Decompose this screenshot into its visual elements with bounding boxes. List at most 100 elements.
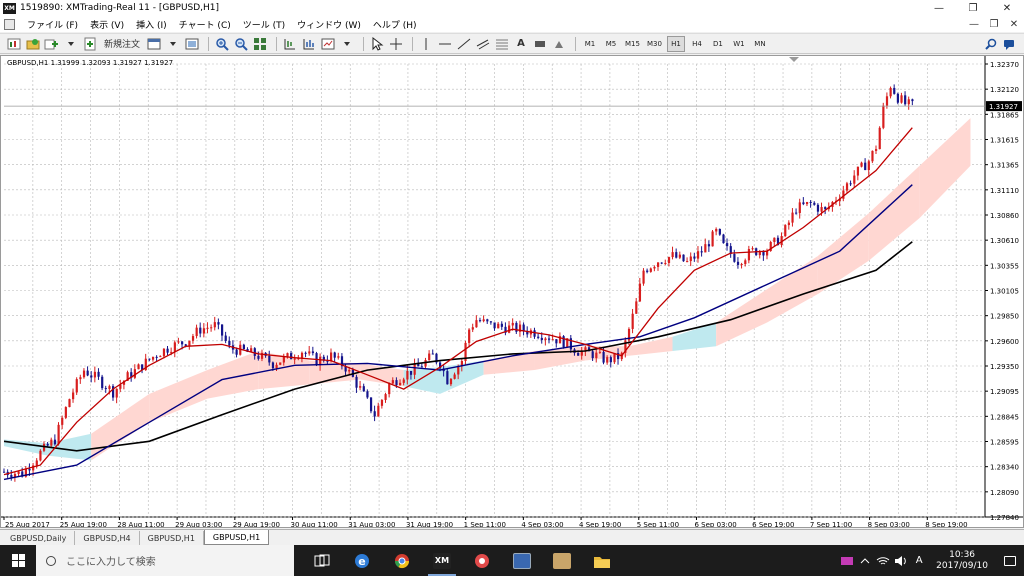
candle-body — [824, 207, 827, 210]
menu-insert[interactable]: 挿入 (I) — [130, 18, 173, 31]
y-tick-label: 1.29350 — [990, 363, 1019, 371]
chart-window[interactable]: 1.32370 1.32120 1.31865 1.31615 1.31365 1.311… — [0, 55, 1024, 528]
tab-gbpusd-h1-active[interactable]: GBPUSD,H1 — [203, 530, 270, 545]
child-close-button[interactable]: ✕ — [1004, 16, 1024, 32]
candle-body — [348, 369, 351, 372]
menu-view[interactable]: 表示 (V) — [84, 18, 130, 31]
zoom-in-icon[interactable] — [214, 36, 230, 52]
child-restore-button[interactable]: ❐ — [984, 16, 1004, 32]
chart-shift-icon[interactable] — [282, 36, 298, 52]
blue-app-icon[interactable] — [502, 545, 542, 576]
candle-body — [242, 344, 245, 350]
cursor-icon[interactable] — [369, 36, 385, 52]
people-icon[interactable] — [838, 545, 856, 576]
candle-body — [845, 183, 849, 191]
timeframe-m30[interactable]: M30 — [645, 36, 664, 52]
new-order-button[interactable]: 新規注文 — [101, 36, 143, 52]
candle-body — [228, 340, 231, 346]
candle-body — [860, 162, 863, 167]
tab-gbpusd-h4[interactable]: GBPUSD,H4 — [75, 531, 140, 545]
arrows-icon[interactable] — [551, 36, 567, 52]
file-explorer-icon[interactable] — [582, 545, 622, 576]
candle-body — [300, 352, 304, 359]
trend-line-icon[interactable] — [456, 36, 472, 52]
tile-windows-icon[interactable] — [252, 36, 268, 52]
candle-body — [511, 322, 514, 326]
candle-body — [337, 356, 340, 358]
edge-icon[interactable]: e — [342, 545, 382, 576]
y-tick-label: 1.30355 — [990, 262, 1019, 270]
clock[interactable]: 10:36 2017/09/10 — [936, 550, 988, 572]
auto-scroll-icon[interactable] — [301, 36, 317, 52]
restore-button[interactable]: ❐ — [956, 0, 990, 16]
fibonacci-icon[interactable] — [494, 36, 510, 52]
ime-indicator[interactable]: A — [910, 545, 928, 576]
candle-body — [279, 362, 282, 365]
candle-body — [373, 411, 376, 417]
timeframe-m15[interactable]: M15 — [623, 36, 642, 52]
timeframe-d1[interactable]: D1 — [709, 36, 727, 52]
channel-icon[interactable] — [475, 36, 491, 52]
terminal-icon[interactable] — [146, 36, 162, 52]
timeframe-mn[interactable]: MN — [751, 36, 769, 52]
candle-body — [900, 95, 903, 103]
tab-gbpusd-daily[interactable]: GBPUSD,Daily — [2, 531, 76, 545]
x-tick-label: 8 Sep 19:00 — [925, 521, 967, 527]
price-chart[interactable]: 1.32370 1.32120 1.31865 1.31615 1.31365 1.311… — [1, 56, 1023, 527]
tab-gbpusd-h1[interactable]: GBPUSD,H1 — [140, 531, 204, 545]
taskbar-search[interactable]: ここに入力して検索 — [36, 545, 294, 576]
candle-body — [540, 337, 543, 341]
close-button[interactable]: ✕ — [990, 0, 1024, 16]
candle-body — [711, 231, 714, 247]
candle-body — [791, 212, 794, 223]
new-chart-icon[interactable] — [6, 36, 22, 52]
vertical-line-icon[interactable] — [418, 36, 434, 52]
xm-trader-icon[interactable]: XM — [422, 545, 462, 576]
window-icon[interactable] — [184, 36, 200, 52]
candle-body — [896, 93, 899, 103]
task-view-icon[interactable] — [302, 545, 342, 576]
new-order-icon[interactable] — [82, 36, 98, 52]
candle-body — [409, 370, 413, 375]
candle-body — [726, 243, 729, 247]
add-plus-icon[interactable] — [44, 36, 60, 52]
menu-window[interactable]: ウィンドウ (W) — [291, 18, 367, 31]
notification-icon[interactable] — [996, 545, 1024, 576]
volume-icon[interactable] — [892, 545, 910, 576]
dropdown-arrow-icon[interactable] — [165, 36, 181, 52]
start-button[interactable] — [0, 545, 36, 576]
chat-icon[interactable] — [1000, 36, 1018, 52]
templates-icon[interactable] — [320, 36, 336, 52]
chrome-icon[interactable] — [382, 545, 422, 576]
label-icon[interactable] — [532, 36, 548, 52]
minimize-button[interactable]: — — [922, 0, 956, 16]
child-minimize-button[interactable]: — — [964, 16, 984, 32]
chevron-up-icon[interactable] — [856, 545, 874, 576]
candle-body — [61, 417, 64, 425]
menu-file[interactable]: ファイル (F) — [21, 18, 84, 31]
crosshair-icon[interactable] — [388, 36, 404, 52]
zoom-out-icon[interactable] — [233, 36, 249, 52]
timeframe-m1[interactable]: M1 — [581, 36, 599, 52]
chart-window-icon[interactable] — [4, 18, 15, 30]
timeframe-m5[interactable]: M5 — [602, 36, 620, 52]
tan-app-icon[interactable] — [542, 545, 582, 576]
candle-body — [486, 319, 489, 322]
timeframe-w1[interactable]: W1 — [730, 36, 748, 52]
menu-help[interactable]: ヘルプ (H) — [367, 18, 423, 31]
text-icon[interactable]: A — [513, 36, 529, 52]
menu-chart[interactable]: チャート (C) — [173, 18, 237, 31]
horizontal-line-icon[interactable] — [437, 36, 453, 52]
search-icon[interactable] — [982, 36, 1000, 52]
profiles-icon[interactable] — [25, 36, 41, 52]
candle-body — [693, 256, 696, 259]
menu-tools[interactable]: ツール (T) — [237, 18, 291, 31]
wifi-icon[interactable] — [874, 545, 892, 576]
timeframe-h1[interactable]: H1 — [666, 35, 685, 52]
red-app-icon[interactable] — [462, 545, 502, 576]
dropdown-arrow-icon[interactable] — [339, 36, 355, 52]
y-tick-label: 1.30610 — [990, 237, 1019, 245]
dropdown-arrow-icon[interactable] — [63, 36, 79, 52]
xm-app-icon: XM — [433, 552, 451, 569]
timeframe-h4[interactable]: H4 — [688, 36, 706, 52]
